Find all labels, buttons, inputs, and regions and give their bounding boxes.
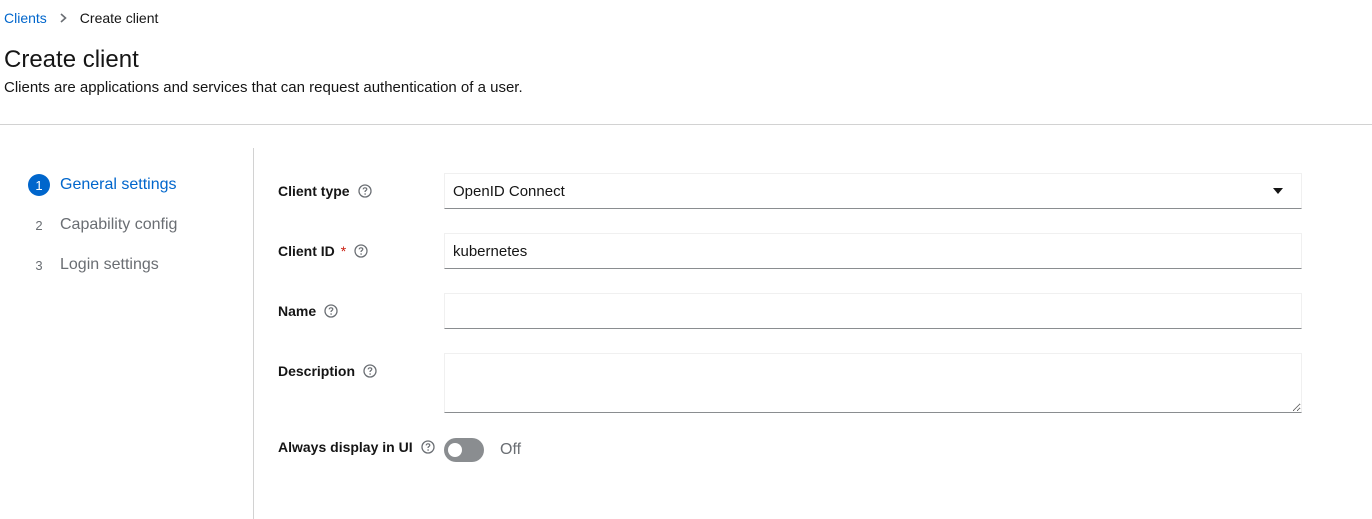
step-number: 1 [28,174,50,196]
help-icon[interactable] [354,244,368,258]
client-id-label-text: Client ID [278,243,335,259]
wizard-step-general-settings[interactable]: 1 General settings [28,173,177,197]
wizard-step-login-settings[interactable]: 3 Login settings [28,253,159,277]
always-display-toggle[interactable] [444,438,484,462]
always-display-label-text: Always display in UI [278,439,413,455]
step-label: Capability config [60,216,178,233]
page-description: Clients are applications and services th… [4,79,523,96]
description-textarea[interactable] [444,353,1302,413]
toggle-knob [448,443,462,457]
toggle-state-label: Off [500,441,522,458]
help-icon[interactable] [363,364,377,378]
client-id-input[interactable] [444,233,1302,269]
header-divider [0,124,1372,125]
required-indicator: * [340,243,347,259]
caret-down-icon [1273,188,1283,194]
client-type-select[interactable]: OpenID Connect [444,173,1302,209]
breadcrumb-link-clients[interactable]: Clients [4,10,47,26]
help-icon[interactable] [420,440,435,454]
client-type-value: OpenID Connect [453,182,565,200]
name-label-text: Name [278,303,317,319]
client-id-label: Client ID * [278,241,368,261]
always-display-label: Always display in UI [278,437,435,457]
step-label: General settings [60,176,177,193]
page-title: Create client [4,46,139,73]
name-input[interactable] [444,293,1302,329]
description-label: Description [278,361,377,381]
step-label: Login settings [60,256,159,273]
help-icon[interactable] [324,304,338,318]
step-number: 3 [35,257,43,273]
breadcrumb-current: Create client [79,10,159,26]
name-label: Name [278,301,338,321]
client-type-label-text: Client type [278,183,350,199]
wizard-nav: 1 General settings 2 Capability config 3… [0,148,254,519]
wizard-step-capability-config[interactable]: 2 Capability config [28,213,177,237]
step-number: 2 [35,217,43,233]
help-icon[interactable] [357,184,372,198]
chevron-right-icon [60,13,67,23]
client-type-label: Client type [278,181,372,201]
breadcrumb: Clients Create client [4,9,158,27]
description-label-text: Description [278,363,356,379]
